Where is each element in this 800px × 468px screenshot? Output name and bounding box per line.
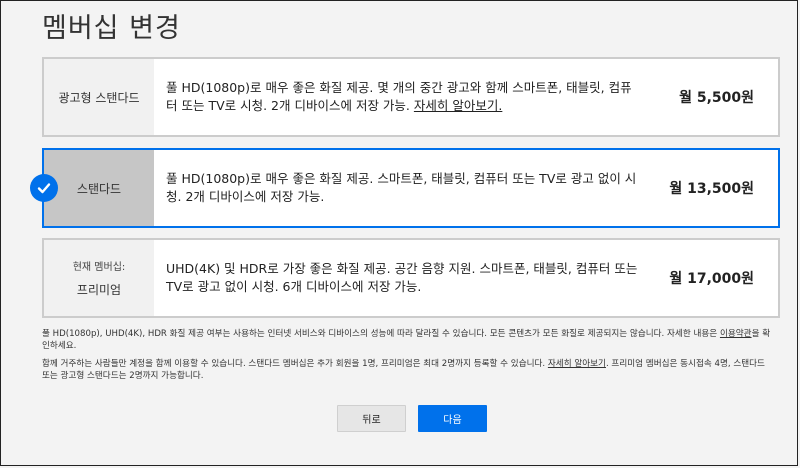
plan-description-text: 풀 HD(1080p)로 매우 좋은 화질 제공. 스마트폰, 태블릿, 컴퓨터… [166, 171, 637, 204]
back-button[interactable]: 뒤로 [337, 405, 406, 432]
plan-name-cell: 현재 멤버십: 프리미엄 [44, 240, 154, 316]
quality-note-text: 풀 HD(1080p), UHD(4K), HDR 화질 제공 여부는 사용하는… [42, 329, 720, 339]
plan-price: 월 17,000원 [669, 271, 754, 287]
plan-name: 광고형 스탠다드 [58, 90, 140, 105]
sharing-note: 함께 거주하는 사람들만 계정을 함께 이용할 수 있습니다. 스탠다드 멤버십… [42, 358, 772, 382]
plan-name-cell: 광고형 스탠다드 [44, 59, 154, 135]
plan-option-standard[interactable]: 스탠다드 풀 HD(1080p)로 매우 좋은 화질 제공. 스마트폰, 태블릿… [30, 148, 780, 228]
current-plan-label: 현재 멤버십: [72, 262, 126, 273]
quality-note: 풀 HD(1080p), UHD(4K), HDR 화질 제공 여부는 사용하는… [42, 328, 772, 352]
next-button[interactable]: 다음 [418, 405, 487, 432]
checkmark-icon [30, 174, 58, 202]
plan-description: 풀 HD(1080p)로 매우 좋은 화질 제공. 스마트폰, 태블릿, 컴퓨터… [154, 150, 654, 226]
plan-price: 월 13,500원 [669, 181, 754, 197]
plan-option-ad-standard[interactable]: 광고형 스탠다드 풀 HD(1080p)로 매우 좋은 화질 제공. 몇 개의 … [42, 57, 780, 137]
sharing-learn-more-link[interactable]: 자세히 알아보기 [548, 359, 606, 369]
plan-option-premium[interactable]: 현재 멤버십: 프리미엄 UHD(4K) 및 HDR로 가장 좋은 화질 제공.… [42, 238, 780, 318]
plan-description: UHD(4K) 및 HDR로 가장 좋은 화질 제공. 공간 음향 지원. 스마… [154, 240, 654, 316]
plan-description-text: 풀 HD(1080p)로 매우 좋은 화질 제공. 몇 개의 중간 광고와 함께… [166, 80, 632, 113]
plan-description-text: UHD(4K) 및 HDR로 가장 좋은 화질 제공. 공간 음향 지원. 스마… [166, 261, 638, 294]
terms-link[interactable]: 이용약관 [720, 329, 752, 339]
plan-name: 스탠다드 [76, 181, 122, 196]
learn-more-link[interactable]: 자세히 알아보기. [414, 98, 502, 113]
plan-description: 풀 HD(1080p)로 매우 좋은 화질 제공. 몇 개의 중간 광고와 함께… [154, 59, 654, 135]
plan-price: 월 5,500원 [679, 90, 754, 106]
sharing-note-text: 함께 거주하는 사람들만 계정을 함께 이용할 수 있습니다. 스탠다드 멤버십… [42, 359, 548, 369]
plan-name-cell: 스탠다드 [44, 150, 154, 226]
page-title: 멤버십 변경 [42, 13, 181, 44]
plan-name: 프리미엄 [76, 283, 122, 297]
